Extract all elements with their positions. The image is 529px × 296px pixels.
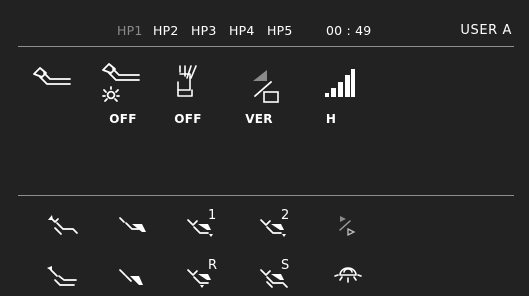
spit-position-sup: S xyxy=(281,258,289,273)
slope-rect-icon xyxy=(253,70,279,103)
spit-position-button[interactable]: S xyxy=(255,256,297,292)
operating-light-button[interactable] xyxy=(330,258,372,294)
ver-button[interactable]: VER xyxy=(229,60,289,130)
header-divider xyxy=(18,46,514,47)
chair-memory-icon: R xyxy=(187,258,217,288)
chair-up-button[interactable] xyxy=(43,208,85,244)
user-button[interactable]: USER A xyxy=(460,23,512,38)
chair-memory-icon: 1 xyxy=(187,208,216,237)
chair-light-icon xyxy=(102,63,140,102)
memory-2-button[interactable]: 2 xyxy=(255,206,297,242)
chair-light-label: OFF xyxy=(109,112,137,126)
return-position-button[interactable]: R xyxy=(182,256,224,292)
middle-divider xyxy=(18,195,514,196)
control-panel: HP1 HP2 HP3 HP4 HP5 00 : 49 USER A OFF O… xyxy=(0,0,529,296)
cup-fill-icon xyxy=(177,65,197,97)
chair-recline-button[interactable] xyxy=(26,60,86,130)
return-position-sup: R xyxy=(208,258,217,273)
panel-surface xyxy=(1,7,525,296)
play-slope-icon xyxy=(339,216,356,237)
play-button[interactable] xyxy=(330,208,372,244)
hp5-tab[interactable]: HP5 xyxy=(267,23,293,38)
signal-bars-icon xyxy=(325,69,355,97)
back-up-icon xyxy=(47,266,77,286)
spittoon-rinse-label: OFF xyxy=(174,112,202,126)
timer-display: 00 : 49 xyxy=(326,23,372,38)
power-level-button[interactable]: H xyxy=(301,60,361,130)
chair-down-icon xyxy=(119,217,146,232)
power-level-label: H xyxy=(325,112,337,126)
back-down-icon xyxy=(119,269,143,285)
hp1-tab[interactable]: HP1 xyxy=(117,23,143,38)
hp4-tab[interactable]: HP4 xyxy=(229,23,255,38)
chair-memory-icon: 2 xyxy=(260,208,289,237)
operating-light-icon xyxy=(334,267,362,283)
chair-recline-icon xyxy=(33,67,71,85)
memory-1-button[interactable]: 1 xyxy=(182,206,224,242)
chair-up-icon xyxy=(48,215,78,235)
back-down-button[interactable] xyxy=(112,258,154,294)
hp3-tab[interactable]: HP3 xyxy=(191,23,217,38)
memory-1-sup: 1 xyxy=(208,208,216,223)
ver-label: VER xyxy=(245,112,273,126)
chair-memory-icon: S xyxy=(260,258,289,288)
chair-down-button[interactable] xyxy=(112,208,154,244)
spittoon-rinse-button[interactable]: OFF xyxy=(158,60,218,130)
hp2-tab[interactable]: HP2 xyxy=(153,23,179,38)
memory-2-sup: 2 xyxy=(281,208,289,223)
back-up-button[interactable] xyxy=(43,258,85,294)
chair-light-button[interactable]: OFF xyxy=(93,60,153,130)
